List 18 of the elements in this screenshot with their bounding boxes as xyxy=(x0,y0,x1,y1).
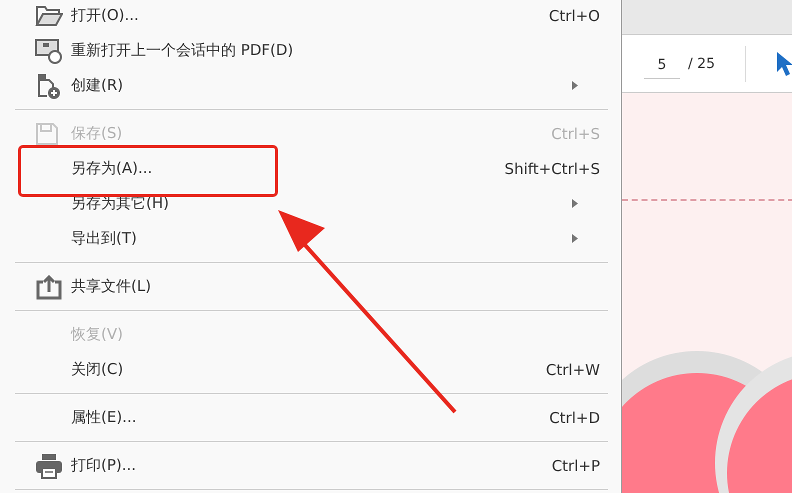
menu-item[interactable]: 打开(O)... Ctrl+O xyxy=(0,0,621,33)
reopen-document-icon xyxy=(35,38,63,64)
share-icon xyxy=(35,274,63,300)
save-icon xyxy=(35,122,59,146)
folder-icon xyxy=(35,4,63,28)
menu-item[interactable]: 关闭(C) Ctrl+W xyxy=(0,352,621,387)
menu-item[interactable]: 打印(P)... Ctrl+P xyxy=(0,448,621,483)
pointer-icon[interactable] xyxy=(776,50,792,76)
page-total: / 25 xyxy=(688,56,715,72)
menu-item[interactable]: 属性(E)... Ctrl+D xyxy=(0,400,621,435)
create-document-icon xyxy=(35,72,63,100)
menu-item[interactable]: 重新打开上一个会话中的 PDF(D) xyxy=(0,33,621,68)
menu-item[interactable]: 另存为(A)... Shift+Ctrl+S xyxy=(0,151,621,186)
menu-item[interactable]: 创建(R) xyxy=(0,68,621,103)
page-number-field[interactable]: 5 xyxy=(644,48,680,78)
printer-icon xyxy=(35,452,63,478)
menu-item[interactable]: 共享文件(L) xyxy=(0,269,621,304)
menu-item[interactable]: 导出到(T) xyxy=(0,221,621,256)
